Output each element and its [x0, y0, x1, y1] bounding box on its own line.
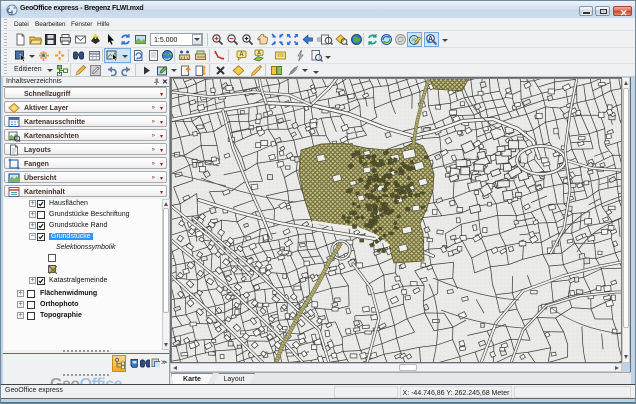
svg-text:A: A [239, 52, 244, 58]
svg-text:A: A [257, 51, 261, 57]
